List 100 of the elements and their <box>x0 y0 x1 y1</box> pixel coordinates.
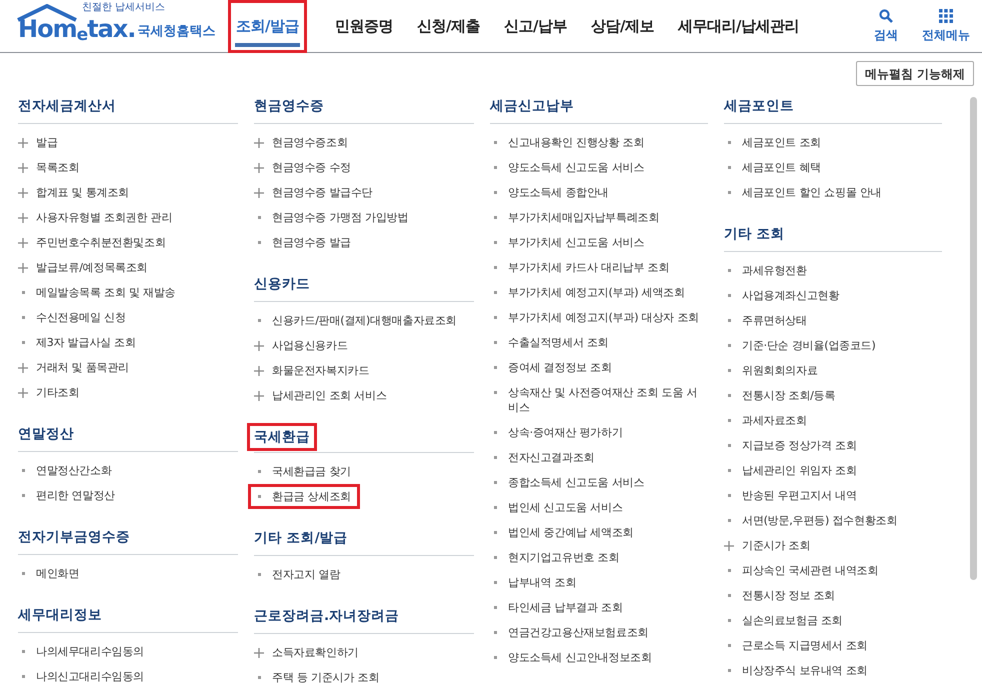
menu-link[interactable]: 근로소득 지급명세서 조회 <box>724 633 942 658</box>
menu-link[interactable]: 현금영수증조회 <box>254 130 474 155</box>
bullet-icon <box>494 481 496 484</box>
menu-link[interactable]: 반송된 우편고지서 내역 <box>724 483 942 508</box>
menu-link[interactable]: 서면(방문,우편등) 접수현황조회 <box>724 508 942 533</box>
menu-link[interactable]: 종합소득세 신고도움 서비스 <box>490 470 708 495</box>
plus-icon <box>18 138 28 148</box>
menu-link[interactable]: 상속재산 및 사전증여재산 조회 도움 서비스 <box>490 380 708 420</box>
menu-link[interactable]: 상속·증여재산 평가하기 <box>490 420 708 445</box>
bullet-icon <box>494 316 496 319</box>
scrollbar-thumb[interactable] <box>970 97 977 580</box>
menu-collapse-button[interactable]: 메뉴펼침 기능해제 <box>856 61 974 86</box>
menu-link[interactable]: 피상속인 국세관련 내역조회 <box>724 558 942 583</box>
menu-link[interactable]: 주택 등 기준시가 조회 <box>254 665 474 690</box>
menu-link[interactable]: 편리한 연말정산 <box>18 483 238 508</box>
menu-link[interactable]: 부가가치세 예정고지(부과) 세액조회 <box>490 280 708 305</box>
section-heading: 세금신고납부 <box>490 97 708 124</box>
menu-link[interactable]: 기타조회 <box>18 380 238 405</box>
menu-link[interactable]: 현금영수증 수정 <box>254 155 474 180</box>
nav-tab[interactable]: 민원증명 <box>326 0 401 53</box>
menu-link[interactable]: 나의세무대리수임동의 <box>18 639 238 664</box>
menu-link[interactable]: 메일발송목록 조회 및 재발송 <box>18 280 238 305</box>
search-button[interactable]: 검색 <box>870 0 902 52</box>
menu-link[interactable]: 신용카드/판매(결제)대행매출자료조회 <box>254 308 474 333</box>
bullet-icon <box>728 166 730 169</box>
menu-link[interactable]: 전통시장 정보 조회 <box>724 583 942 608</box>
menu-link[interactable]: 연금건강고용산재보험료조회 <box>490 620 708 645</box>
menu-link[interactable]: 부가가치세매입자납부특례조회 <box>490 205 708 230</box>
menu-link[interactable]: 사업용계좌신고현황 <box>724 283 942 308</box>
menu-link[interactable]: 화물운전자복지카드 <box>254 358 474 383</box>
menu-link[interactable]: 기준시가 조회 <box>724 533 942 558</box>
menu-link[interactable]: 사용자유형별 조회권한 관리 <box>18 205 238 230</box>
menu-link[interactable]: 납부내역 조회 <box>490 570 708 595</box>
bullet-icon <box>728 444 730 447</box>
plus-icon <box>254 391 264 401</box>
menu-link[interactable]: 현지기업고유번호 조회 <box>490 545 708 570</box>
menu-link[interactable]: 타인세금 납부결과 조회 <box>490 595 708 620</box>
bullet-icon <box>494 341 496 344</box>
menu-link[interactable]: 법인세 신고도움 서비스 <box>490 495 708 520</box>
nav-tab[interactable]: 조회/발급 <box>228 0 307 53</box>
menu-link[interactable]: 납세관리인 조회 서비스 <box>254 383 474 408</box>
menu-link[interactable]: 전자고지 열람 <box>254 562 474 587</box>
bullet-icon <box>494 656 496 659</box>
section-heading: 현금영수증 <box>254 97 474 124</box>
menu-link[interactable]: 목록조회 <box>18 155 238 180</box>
logo-name[interactable]: 국세청홈택스 <box>137 25 216 41</box>
menu-link[interactable]: 국세환급금 찾기 <box>254 459 474 484</box>
bullet-icon <box>258 676 260 679</box>
menu-link[interactable]: 합계표 및 통계조회 <box>18 180 238 205</box>
menu-link[interactable]: 부가가치세 예정고지(부과) 대상자 조회 <box>490 305 708 330</box>
menu-link[interactable]: 현금영수증 가맹점 가입방법 <box>254 205 474 230</box>
menu-link[interactable]: 사업용신용카드 <box>254 333 474 358</box>
menu-link[interactable]: 연말정산간소화 <box>18 458 238 483</box>
menu-link[interactable]: 주민번호수취분전환및조회 <box>18 230 238 255</box>
menu-link[interactable]: 증여세 결정정보 조회 <box>490 355 708 380</box>
menu-link[interactable]: 비상장주식 보유내역 조회 <box>724 658 942 683</box>
menu-link[interactable]: 지급보증 정상가격 조회 <box>724 433 942 458</box>
bullet-icon <box>22 341 24 344</box>
section-heading: 기타 조회 <box>724 225 942 252</box>
logo-wordmark[interactable]: Hom$_{e}$tax. <box>18 17 136 41</box>
menu-link[interactable]: 전통시장 조회/등록 <box>724 383 942 408</box>
menu-link[interactable]: 주류면허상태 <box>724 308 942 333</box>
menu-link[interactable]: 제3자 발급사실 조회 <box>18 330 238 355</box>
menu-link[interactable]: 부가가치세 신고도움 서비스 <box>490 230 708 255</box>
menu-link[interactable]: 전자신고결과조회 <box>490 445 708 470</box>
menu-link[interactable]: 부가가치세 카드사 대리납부 조회 <box>490 255 708 280</box>
menu-link[interactable]: 실손의료보험금 조회 <box>724 608 942 633</box>
menu-link[interactable]: 수출실적명세서 조회 <box>490 330 708 355</box>
menu-link[interactable]: 수신전용메일 신청 <box>18 305 238 330</box>
nav-tab[interactable]: 상담/제보 <box>582 0 662 53</box>
menu-link[interactable]: 나의신고대리수임동의 <box>18 664 238 689</box>
menu-link[interactable]: 기준·단순 경비율(업종코드) <box>724 333 942 358</box>
menu-link[interactable]: 과세유형전환 <box>724 258 942 283</box>
section-heading: 전자기부금영수증 <box>18 528 238 555</box>
menu-link[interactable]: 양도소득세 신고도움 서비스 <box>490 155 708 180</box>
menu-link[interactable]: 현금영수증 발급 <box>254 230 474 255</box>
menu-link[interactable]: 신고내용확인 진행상황 조회 <box>490 130 708 155</box>
plus-icon <box>18 363 28 373</box>
menu-link[interactable]: 양도소득세 종합안내 <box>490 180 708 205</box>
menu-link[interactable]: 세금포인트 할인 쇼핑몰 안내 <box>724 180 942 205</box>
nav-tab[interactable]: 신청/제출 <box>408 0 488 53</box>
menu-link[interactable]: 발급 <box>18 130 238 155</box>
menu-link[interactable]: 세금포인트 조회 <box>724 130 942 155</box>
menu-link[interactable]: 발급보류/예정목록조회 <box>18 255 238 280</box>
nav-tab[interactable]: 세무대리/납세관리 <box>670 0 807 53</box>
menu-link[interactable]: 과세자료조회 <box>724 408 942 433</box>
bullet-icon <box>728 669 730 672</box>
menu-link[interactable]: 소득자료확인하기 <box>254 640 474 665</box>
all-menu-button[interactable]: 전체메뉴 <box>918 0 974 52</box>
menu-link[interactable]: 양도소득세 신고안내정보조회 <box>490 645 708 670</box>
menu-link[interactable]: 납세관리인 위임자 조회 <box>724 458 942 483</box>
menu-link[interactable]: 세금포인트 혜택 <box>724 155 942 180</box>
menu-link[interactable]: 환급금 상세조회 <box>248 484 360 509</box>
menu-link[interactable]: 위원회회의자료 <box>724 358 942 383</box>
nav-tab[interactable]: 신고/납부 <box>496 0 575 53</box>
bullet-icon <box>494 141 496 144</box>
menu-link[interactable]: 법인세 중간예납 세액조회 <box>490 520 708 545</box>
menu-link[interactable]: 거래처 및 품목관리 <box>18 355 238 380</box>
menu-link[interactable]: 현금영수증 발급수단 <box>254 180 474 205</box>
menu-link[interactable]: 메인화면 <box>18 561 238 586</box>
